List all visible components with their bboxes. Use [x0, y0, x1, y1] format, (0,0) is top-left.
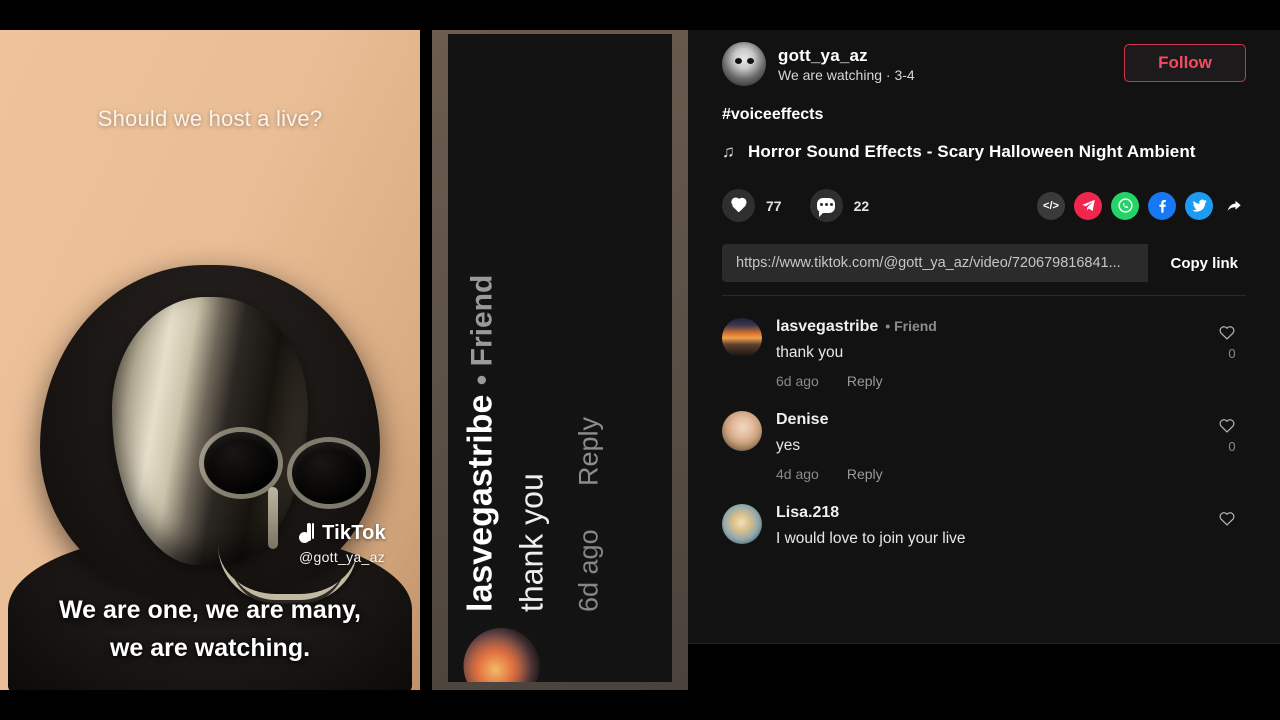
section-divider [722, 295, 1246, 296]
rotated-comment-username: lasvegastribe [461, 394, 500, 612]
heart-outline-icon [1218, 417, 1246, 433]
mask-eye-left [204, 432, 278, 494]
comment-item: Denise yes 4d ago Reply 0 [722, 403, 1246, 496]
caption-line-2: we are watching. [109, 634, 311, 663]
share-link-field[interactable]: https://www.tiktok.com/@gott_ya_az/video… [722, 244, 1149, 282]
rotated-comment-avatar [463, 628, 540, 682]
author-meta: gott_ya_az We are watching · 3-4 [778, 46, 915, 83]
comment-action[interactable]: 22 [809, 189, 870, 222]
rotated-comment-zoom-panel: lasvegastribe • Friend thank you 6d ago … [432, 30, 688, 690]
rotated-comment-text: thank you [513, 473, 550, 612]
comment-time: 4d ago [776, 466, 819, 483]
video-info-header: gott_ya_az We are watching · 3-4 Follow … [688, 30, 1280, 296]
screen-root: Should we host a live? TikTok @gott_ya_a… [0, 0, 1280, 720]
rotated-comment-viewport: lasvegastribe • Friend thank you 6d ago … [448, 34, 672, 682]
music-note-icon: ♫ [722, 142, 735, 161]
comment-text: I would love to join your live [776, 530, 966, 548]
heart-icon [722, 189, 755, 222]
copy-link-button[interactable]: Copy link [1148, 244, 1246, 282]
rotated-comment-name: lasvegastribe • Friend [462, 275, 501, 612]
share-link-row: https://www.tiktok.com/@gott_ya_az/video… [722, 244, 1246, 282]
watermark-handle: @gott_ya_az [298, 549, 385, 565]
share-arrow-icon[interactable] [1222, 192, 1246, 220]
tiktok-note-icon [298, 522, 315, 545]
commenter-avatar[interactable] [722, 504, 762, 545]
share-buttons-group: </> [1037, 191, 1246, 220]
comment-meta: 6d ago Reply [776, 373, 1246, 389]
comment-bubble-icon [809, 189, 843, 222]
engagement-actions-row: 77 22 </> [722, 189, 1246, 222]
follow-button-label: Follow [1158, 53, 1212, 72]
video-overlay-question: Should we host a live? [97, 106, 323, 131]
follow-button[interactable]: Follow [1124, 44, 1246, 82]
commenter-avatar[interactable] [722, 318, 762, 358]
panel-bottom-edge [688, 643, 1280, 644]
hashtag-link[interactable]: #voiceeffects [722, 106, 1246, 124]
comment-body: Lisa.218 I would love to join your live [776, 504, 1246, 549]
rotated-comment-reply: Reply [573, 416, 604, 486]
author-username[interactable]: gott_ya_az [778, 46, 915, 66]
commenter-name[interactable]: Lisa.218 [776, 504, 839, 522]
embed-code-icon[interactable]: </> [1037, 191, 1065, 220]
caption-line-1: We are one, we are many, [59, 595, 361, 624]
comment-text: thank you [776, 344, 844, 361]
commenter-avatar[interactable] [722, 411, 762, 452]
rotated-comment-friend-badge: • Friend [465, 274, 499, 386]
heart-outline-icon [1218, 324, 1246, 340]
comment-header: Lisa.218 [776, 504, 1246, 522]
whatsapp-icon[interactable] [1111, 191, 1139, 220]
music-title[interactable]: Horror Sound Effects - Scary Halloween N… [748, 142, 1196, 162]
comment-time: 6d ago [776, 373, 819, 390]
comment-header: lasvegastribe • Friend [776, 318, 1246, 336]
comment-item: lasvegastribe • Friend thank you 6d ago … [722, 310, 1246, 403]
twitter-icon[interactable] [1185, 191, 1213, 220]
comment-header: Denise [776, 411, 1246, 429]
like-count: 77 [766, 197, 782, 214]
mask-eye-right [292, 442, 366, 504]
video-player[interactable]: Should we host a live? TikTok @gott_ya_a… [0, 30, 420, 690]
comment-count: 22 [853, 197, 870, 214]
comment-item: Lisa.218 I would love to join your live [722, 496, 1246, 563]
comment-meta: 4d ago Reply [776, 466, 1246, 482]
rotated-comment-time: 6d ago [573, 529, 604, 612]
rotated-comment-content: lasvegastribe • Friend thank you 6d ago … [458, 78, 663, 682]
comment-like-button[interactable]: 0 [1218, 324, 1246, 361]
music-row[interactable]: ♫ Horror Sound Effects - Scary Halloween… [722, 142, 1246, 162]
telegram-icon[interactable] [1074, 191, 1102, 220]
comment-like-count: 0 [1228, 346, 1236, 361]
comment-like-count: 0 [1228, 439, 1236, 455]
commenter-name[interactable]: Denise [776, 411, 828, 429]
comment-reply-button[interactable]: Reply [847, 466, 883, 482]
video-detail-panel: gott_ya_az We are watching · 3-4 Follow … [688, 30, 1280, 644]
commenter-name[interactable]: lasvegastribe [776, 318, 878, 336]
heart-outline-icon [1218, 510, 1246, 527]
comment-like-button[interactable] [1218, 510, 1246, 527]
facebook-icon[interactable] [1148, 191, 1176, 220]
comment-body: Denise yes 4d ago Reply [776, 411, 1246, 482]
comment-body: lasvegastribe • Friend thank you 6d ago … [776, 318, 1246, 389]
comments-list[interactable]: lasvegastribe • Friend thank you 6d ago … [688, 296, 1280, 563]
like-action[interactable]: 77 [722, 189, 782, 222]
comment-like-button[interactable]: 0 [1218, 417, 1246, 454]
video-caption: We are one, we are many, we are watching… [0, 591, 420, 669]
author-avatar[interactable] [722, 42, 766, 86]
tiktok-brand-label: TikTok [322, 522, 386, 544]
friend-badge: • Friend [885, 318, 937, 334]
share-link-text: https://www.tiktok.com/@gott_ya_az/video… [736, 255, 1121, 271]
comment-text: yes [776, 437, 801, 455]
tiktok-watermark: TikTok @gott_ya_az [272, 522, 412, 565]
copy-link-label: Copy link [1170, 254, 1238, 272]
author-subtitle: We are watching · 3-4 [778, 66, 915, 83]
comment-reply-button[interactable]: Reply [847, 373, 883, 389]
